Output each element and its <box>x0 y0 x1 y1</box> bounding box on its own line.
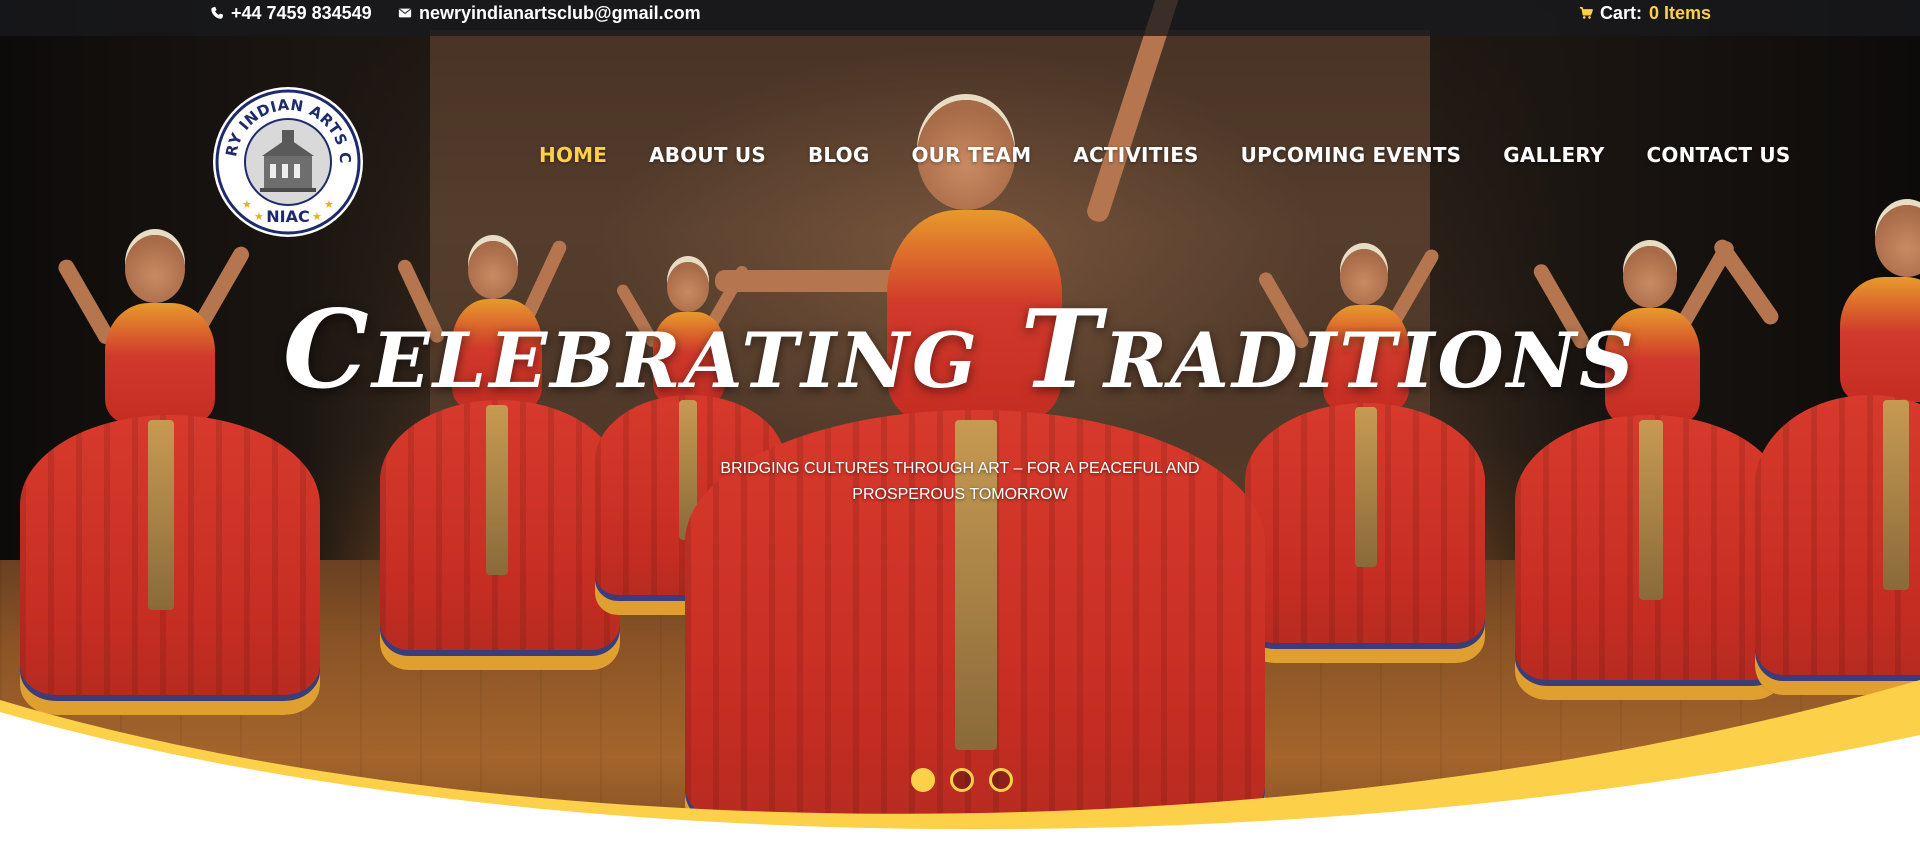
nav-our-team[interactable]: OUR TEAM <box>911 143 1031 167</box>
cart-icon <box>1579 6 1593 19</box>
top-bar-email[interactable]: newryindianartsclub@gmail.com <box>398 1 701 25</box>
top-bar: +44 7459 834549 newryindianartsclub@gmai… <box>0 0 1920 36</box>
slider-pagination <box>911 768 1013 792</box>
nav-contact-us[interactable]: CONTACT US <box>1647 143 1791 167</box>
nav-blog[interactable]: BLOG <box>808 143 870 167</box>
cart-items-count: 0 Items <box>1648 2 1711 23</box>
envelope-icon <box>398 8 412 18</box>
star-icon: ★ <box>312 211 322 223</box>
top-bar-cart[interactable]: Cart: 0 Items <box>1579 1 1711 25</box>
slider-dot-2[interactable] <box>950 768 974 792</box>
dancer <box>1711 195 1920 715</box>
star-icon: ★ <box>324 199 334 211</box>
main-navigation: HOME ABOUT US BLOG OUR TEAM ACTIVITIES U… <box>539 140 1790 170</box>
nav-home[interactable]: HOME <box>539 143 607 167</box>
cart-label: Cart: <box>1599 2 1642 23</box>
star-icon: ★ <box>254 211 264 223</box>
top-bar-phone[interactable]: +44 7459 834549 <box>210 1 372 25</box>
phone-number: +44 7459 834549 <box>231 2 372 23</box>
slider-dot-1[interactable] <box>911 768 935 792</box>
hero-headline: Celebrating Traditions <box>282 287 1638 413</box>
slider-dot-3[interactable] <box>989 768 1013 792</box>
logo-emblem: NEWRY INDIAN ARTS CLUB NIAC ★ ★ ★ ★ <box>203 72 363 237</box>
nav-about-us[interactable]: ABOUT US <box>649 143 766 167</box>
logo-abbr: NIAC <box>266 207 309 226</box>
nav-activities[interactable]: ACTIVITIES <box>1073 143 1198 167</box>
hero-subline: BRIDGING CULTURES THROUGH ART – FOR A PE… <box>720 460 1200 503</box>
nav-upcoming-events[interactable]: UPCOMING EVENTS <box>1241 143 1462 167</box>
page: +44 7459 834549 newryindianartsclub@gmai… <box>0 0 1920 861</box>
site-logo[interactable]: NEWRY INDIAN ARTS CLUB NIAC ★ ★ ★ ★ <box>203 72 364 238</box>
nav-gallery[interactable]: GALLERY <box>1503 143 1604 167</box>
phone-icon <box>211 6 224 19</box>
email-address: newryindianartsclub@gmail.com <box>419 2 701 23</box>
star-icon: ★ <box>242 199 252 211</box>
